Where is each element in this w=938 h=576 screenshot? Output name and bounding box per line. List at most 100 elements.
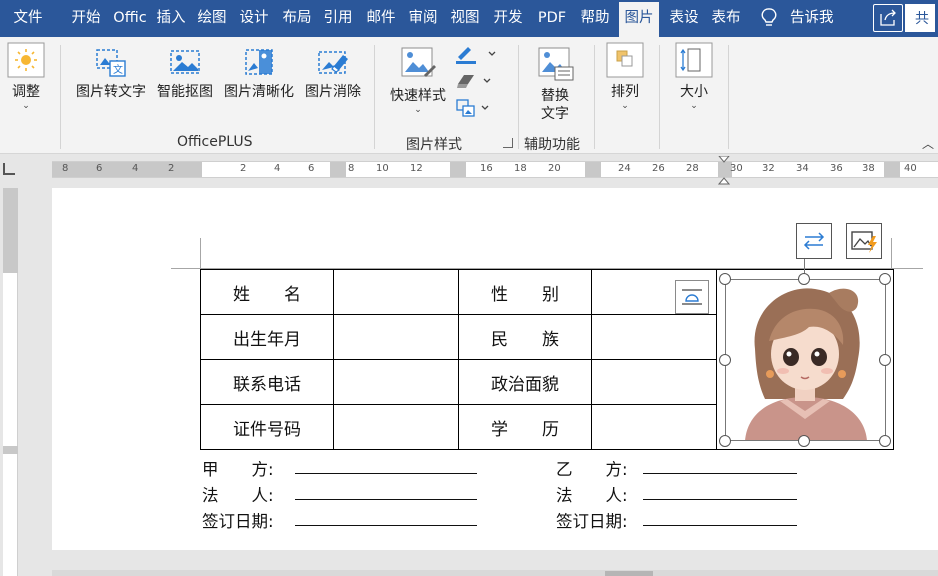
resize-handle-ne[interactable] — [879, 273, 891, 285]
tab-table-design[interactable]: 表设 — [665, 0, 703, 37]
quick-styles-label: 快速样式 — [390, 88, 446, 104]
resize-handle-nw[interactable] — [719, 273, 731, 285]
ruler-number: 4 — [132, 163, 139, 174]
selection-frame — [725, 279, 886, 441]
effects-icon — [457, 75, 491, 88]
smart-cutout-label: 智能抠图 — [157, 84, 213, 100]
cell-gender-label: 性 别 — [458, 269, 592, 315]
tab-help[interactable]: 帮助 — [577, 0, 613, 37]
resize-handle-w[interactable] — [719, 354, 731, 366]
party-b-line[interactable] — [643, 473, 797, 474]
picture-to-text-button[interactable]: 文 图片转文字 — [72, 47, 150, 101]
picture-layout-button[interactable] — [454, 97, 500, 119]
cell-id-value[interactable] — [333, 404, 459, 450]
resize-handle-e[interactable] — [879, 354, 891, 366]
ribbon-tab-bar: 文件 开始 Offic 插入 绘图 设计 布局 引用 邮件 审阅 视图 开发 P… — [0, 0, 938, 37]
swap-picture-button[interactable] — [796, 223, 832, 259]
cell-birth-value[interactable] — [333, 314, 459, 360]
share-button[interactable] — [873, 4, 903, 32]
cell-ethnicity-value[interactable] — [591, 314, 717, 360]
ruler-number: 8 — [62, 163, 69, 174]
legal-b-line[interactable] — [643, 499, 797, 500]
ruler-column-marker — [585, 162, 601, 177]
legal-b-label: 法 人: — [556, 486, 628, 505]
collapse-ribbon-icon[interactable]: ︿ — [922, 135, 934, 152]
picture-sharpen-icon — [245, 49, 273, 75]
cell-name-label: 姓 名 — [200, 269, 334, 315]
share-label-button[interactable]: 共 — [905, 4, 935, 32]
picture-tools-button[interactable] — [846, 223, 882, 259]
horizontal-scrollbar[interactable] — [52, 570, 938, 576]
resize-handle-se[interactable] — [879, 435, 891, 447]
alt-text-button[interactable]: 替换 文字 — [530, 45, 580, 123]
picture-sharpen-button[interactable]: 图片清晰化 — [220, 47, 298, 101]
tab-file[interactable]: 文件 — [2, 0, 54, 37]
tab-table-layout[interactable]: 表布 — [707, 0, 745, 37]
crop-mark — [891, 238, 892, 269]
adjust-label: 调整 — [12, 84, 40, 100]
tab-developer[interactable]: 开发 — [488, 0, 528, 37]
ruler-indent-marker-icon[interactable] — [718, 156, 730, 186]
picture-erase-button[interactable]: 图片消除 — [301, 47, 365, 101]
cell-name-value[interactable] — [333, 269, 459, 315]
group-label-accessibility: 辅助功能 — [524, 137, 580, 153]
party-a-line[interactable] — [295, 473, 477, 474]
tab-mailings[interactable]: 邮件 — [363, 0, 399, 37]
dialog-launcher-icon[interactable] — [503, 138, 513, 148]
layout-options-button[interactable] — [675, 280, 709, 314]
smart-cutout-button[interactable]: 智能抠图 — [153, 47, 217, 101]
cell-ethnicity-label: 民 族 — [458, 314, 592, 360]
adjust-button[interactable]: 调整 ⌄ — [4, 41, 48, 111]
chevron-down-icon: ⌄ — [621, 101, 629, 111]
ruler-number: 6 — [96, 163, 103, 174]
date-a-label: 签订日期: — [202, 512, 274, 531]
tab-review[interactable]: 审阅 — [405, 0, 441, 37]
cell-education-value[interactable] — [591, 404, 717, 450]
picture-erase-label: 图片消除 — [305, 84, 361, 100]
horizontal-ruler[interactable]: 8 6 4 2 2 4 6 8 10 12 16 18 20 22 24 26 … — [52, 156, 938, 185]
resize-handle-s[interactable] — [798, 435, 810, 447]
group-label-officeplus: OfficePLUS — [177, 134, 253, 150]
ruler-margin-left — [52, 162, 202, 177]
legal-a-line[interactable] — [295, 499, 477, 500]
ruler-column-marker — [450, 162, 466, 177]
crop-mark — [200, 238, 201, 269]
share-icon — [880, 9, 896, 26]
tab-home[interactable]: 开始 — [67, 0, 105, 37]
picture-to-text-icon: 文 — [96, 49, 126, 77]
size-icon — [675, 42, 713, 78]
picture-sharpen-label: 图片清晰化 — [224, 84, 294, 100]
legal-a-label: 法 人: — [202, 486, 274, 505]
cell-political-value[interactable] — [591, 359, 717, 405]
lightbulb-icon — [761, 8, 777, 26]
tab-view[interactable]: 视图 — [447, 0, 483, 37]
quick-styles-button[interactable]: 快速样式 ⌄ — [386, 45, 450, 115]
tab-selector-icon[interactable] — [3, 163, 15, 175]
resize-handle-sw[interactable] — [719, 435, 731, 447]
ruler-row-marker — [3, 446, 18, 454]
tab-design[interactable]: 设计 — [236, 0, 272, 37]
ruler-number: 2 — [240, 163, 247, 174]
tab-pdf[interactable]: PDF — [532, 0, 572, 37]
scrollbar-thumb[interactable] — [605, 571, 653, 576]
size-button[interactable]: 大小 ⌄ — [672, 41, 716, 111]
tab-insert[interactable]: 插入 — [153, 0, 189, 37]
tell-me-search[interactable]: 告诉我 — [760, 0, 834, 37]
tab-references[interactable]: 引用 — [320, 0, 356, 37]
date-b-line[interactable] — [643, 525, 797, 526]
tab-office[interactable]: Offic — [110, 0, 150, 37]
tab-draw[interactable]: 绘图 — [194, 0, 230, 37]
picture-effects-button[interactable] — [454, 70, 500, 92]
cell-phone-value[interactable] — [333, 359, 459, 405]
layout-options-icon — [682, 289, 702, 305]
date-a-line[interactable] — [295, 525, 477, 526]
picture-erase-icon — [318, 51, 348, 74]
arrange-button[interactable]: 排列 ⌄ — [604, 41, 646, 111]
picture-border-button[interactable] — [454, 43, 500, 65]
tab-layout[interactable]: 布局 — [279, 0, 315, 37]
cell-phone-label: 联系电话 — [200, 359, 334, 405]
arrange-label: 排列 — [611, 84, 639, 100]
vertical-ruler[interactable] — [3, 188, 18, 576]
resize-handle-n[interactable] — [798, 273, 810, 285]
tab-picture-format[interactable]: 图片 — [619, 2, 659, 37]
